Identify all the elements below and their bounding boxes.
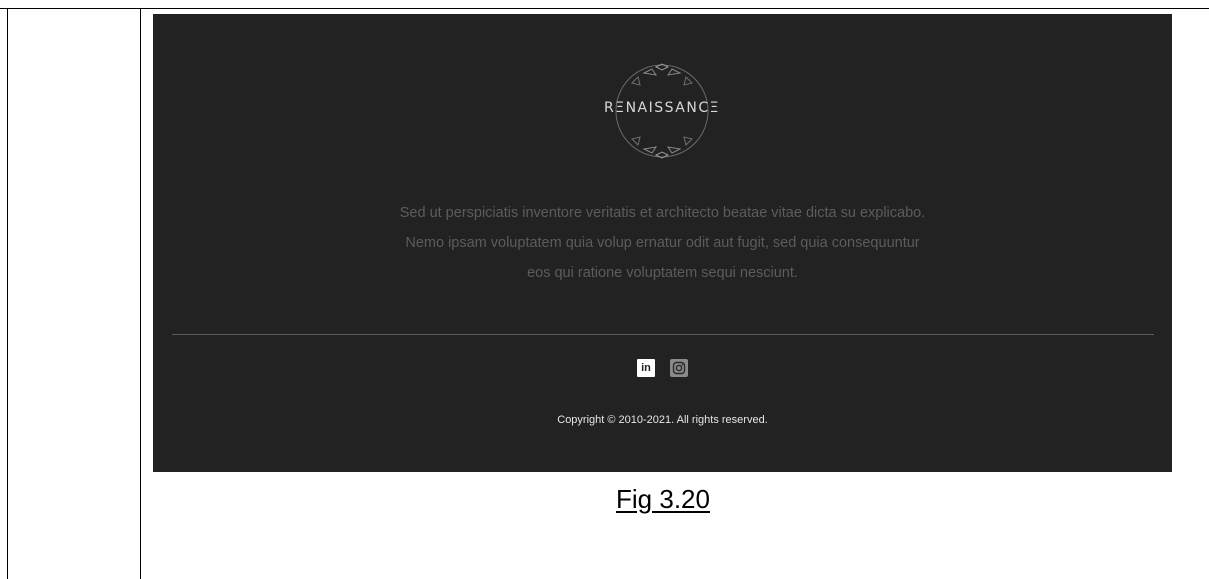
footer-divider [172,334,1154,335]
copyright-text: Copyright © 2010-2021. All rights reserv… [557,414,768,426]
linkedin-icon[interactable]: in [637,359,655,377]
table-top-border [0,8,1209,9]
figure-caption: Fig 3.20 [616,484,710,514]
social-links: in [637,359,688,377]
renaissance-logo[interactable]: RΞNAISSANCΞ [592,57,732,165]
logo-wordmark: RΞNAISSANCΞ [604,100,720,116]
footer-description: Sed ut perspiciatis inventore veritatis … [153,198,1172,288]
site-footer: RΞNAISSANCΞ Sed ut perspiciatis inventor… [153,14,1172,472]
instagram-icon[interactable] [670,359,688,377]
description-line-1: Sed ut perspiciatis inventore veritatis … [399,205,926,221]
description-line-3: eos qui ratione voluptatem sequi nesciun… [527,265,798,281]
description-line-2: Nemo ipsam voluptatem quia volup ernatur… [405,235,920,251]
